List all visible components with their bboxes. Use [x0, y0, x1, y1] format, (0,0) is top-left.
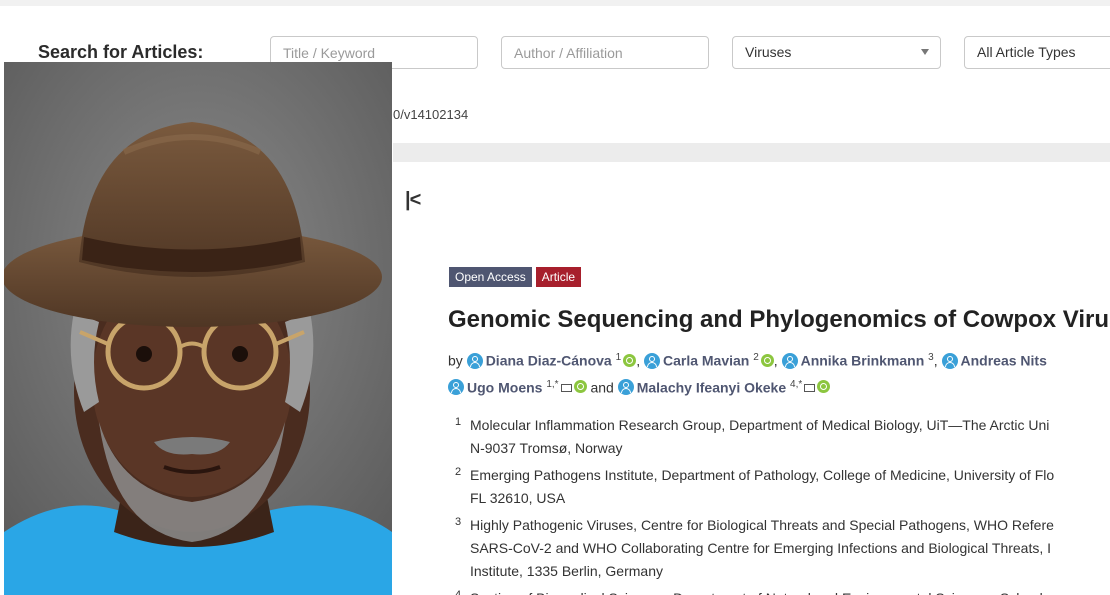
author-portrait-photo: [4, 62, 392, 595]
search-label: Search for Articles:: [38, 42, 204, 62]
chevron-down-icon: [921, 49, 929, 55]
affiliation-item: 3 Highly Pathogenic Viruses, Centre for …: [452, 514, 1110, 583]
affiliation-item: 1 Molecular Inflammation Research Group,…: [452, 414, 1110, 460]
affiliation-number: 3: [455, 516, 462, 528]
affiliation-list: 1 Molecular Inflammation Research Group,…: [452, 414, 1110, 595]
open-access-badge: Open Access: [449, 267, 532, 287]
by-label: by: [448, 352, 463, 369]
author-line-2: Ugo Moens 1,* and Malachy Ifeanyi Okeke …: [448, 373, 1110, 400]
orcid-icon[interactable]: [817, 380, 831, 394]
journal-select[interactable]: Viruses: [732, 36, 941, 69]
affiliation-text: Institute, 1335 Berlin, Germany: [470, 563, 663, 579]
orcid-icon[interactable]: [573, 380, 587, 394]
author-affiliation-sup: 4,*: [790, 378, 803, 390]
affiliation-number: 4: [455, 589, 462, 595]
orcid-icon[interactable]: [623, 353, 637, 367]
journal-select-value: Viruses: [745, 44, 792, 60]
orcid-icon[interactable]: [760, 353, 774, 367]
mail-icon[interactable]: [560, 384, 572, 393]
article-title: Genomic Sequencing and Phylogenomics of …: [448, 306, 1110, 333]
affiliation-text: Molecular Inflammation Research Group, D…: [470, 417, 1050, 433]
affiliation-item: 4 Section of Biomedical Sciences, Depart…: [452, 587, 1110, 595]
affiliation-text: Section of Biomedical Sciences, Departme…: [470, 587, 1110, 595]
article-type-badge: Article: [535, 267, 582, 287]
author-affiliation-sup: 1: [615, 352, 622, 363]
affiliation-text: Emerging Pathogens Institute, Department…: [470, 467, 1055, 483]
author-link[interactable]: Annika Brinkmann: [801, 353, 925, 369]
author-affiliation-input[interactable]: [501, 36, 709, 69]
article-type-select[interactable]: All Article Types: [964, 36, 1110, 69]
person-icon: [466, 352, 483, 369]
person-icon: [781, 352, 798, 369]
article-badges: Open Access Article: [449, 267, 582, 287]
author-link[interactable]: Carla Mavian: [663, 353, 749, 369]
affiliation-text: FL 32610, USA: [470, 490, 566, 506]
doi-link[interactable]: 0/v14102134: [393, 107, 468, 122]
person-icon: [617, 379, 634, 396]
and-label: and: [590, 379, 614, 396]
author-affiliation-sup: 2: [753, 352, 759, 363]
article-type-select-value: All Article Types: [977, 44, 1076, 60]
author-affiliation-sup: 1,*: [546, 378, 559, 390]
affiliation-number: 1: [455, 416, 462, 428]
author-list: by Diana Diaz-Cánova 1, Carla Mavian 2, …: [448, 346, 1110, 399]
affiliation-item: 2 Emerging Pathogens Institute, Departme…: [452, 464, 1110, 510]
author-link[interactable]: Diana Diaz-Cánova: [486, 353, 612, 369]
person-icon: [941, 352, 958, 369]
affiliation-number: 2: [455, 466, 462, 478]
author-affiliation-sup: 3: [928, 352, 934, 363]
affiliation-text: Highly Pathogenic Viruses, Centre for Bi…: [470, 517, 1054, 533]
author-link[interactable]: Andreas Nits: [961, 353, 1047, 369]
mail-icon[interactable]: [804, 384, 816, 393]
person-icon: [643, 352, 660, 369]
author-link[interactable]: Malachy Ifeanyi Okeke: [637, 379, 786, 395]
affiliation-text: SARS-CoV-2 and WHO Collaborating Centre …: [470, 540, 1052, 556]
author-link[interactable]: Ugo Moens: [467, 379, 542, 395]
person-icon: [448, 379, 464, 396]
affiliation-text: N-9037 Tromsø, Norway: [470, 440, 623, 456]
author-line-1: by Diana Diaz-Cánova 1, Carla Mavian 2, …: [448, 352, 1047, 369]
first-page-icon[interactable]: |<: [405, 189, 421, 212]
section-divider: [393, 143, 1110, 162]
